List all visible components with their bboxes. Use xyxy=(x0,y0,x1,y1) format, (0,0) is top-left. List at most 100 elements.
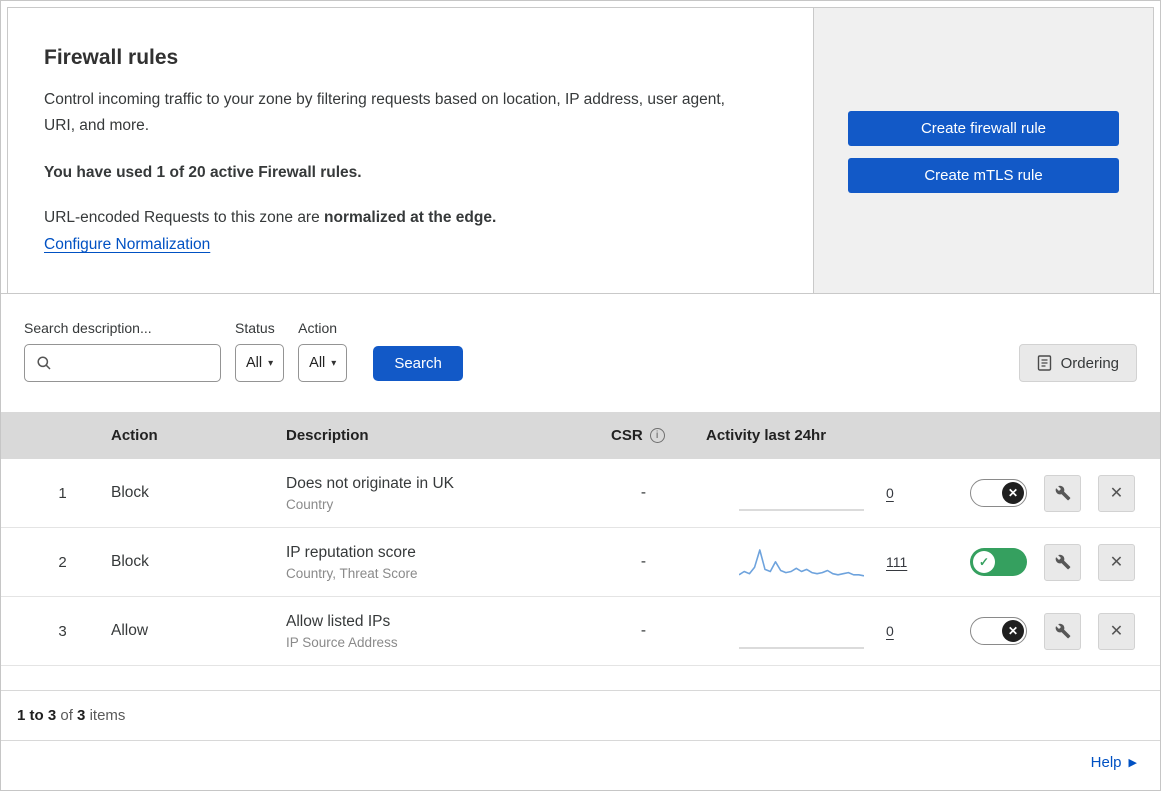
action-filter-dropdown[interactable]: All ▾ xyxy=(298,344,348,382)
ordering-button-label: Ordering xyxy=(1060,354,1119,372)
configure-normalization-link[interactable]: Configure Normalization xyxy=(44,236,210,253)
rule-activity: 111 xyxy=(691,543,946,581)
close-icon: ✕ xyxy=(1109,485,1124,502)
chevron-down-icon: ▾ xyxy=(331,357,337,369)
rule-description-text: IP reputation score xyxy=(286,543,416,561)
create-firewall-rule-button[interactable]: Create firewall rule xyxy=(848,111,1119,146)
edit-rule-button[interactable] xyxy=(1044,612,1081,650)
table-header: Action Description CSR i Activity last 2… xyxy=(1,412,1160,459)
search-filter-group: Search description... xyxy=(24,320,221,382)
rule-description-text: Does not originate in UK xyxy=(286,474,455,492)
pagination-total: 3 xyxy=(77,707,86,724)
column-header-description: Description xyxy=(286,427,369,444)
firewall-rules-page: Firewall rules Control incoming traffic … xyxy=(0,0,1161,791)
rule-priority: 1 xyxy=(58,484,67,502)
delete-rule-button[interactable]: ✕ xyxy=(1098,543,1135,581)
rule-filter-fields: IP Source Address xyxy=(286,634,398,650)
edit-rule-button[interactable] xyxy=(1044,474,1081,512)
usage-summary: You have used 1 of 20 active Firewall ru… xyxy=(44,164,362,181)
rule-csr-value: - xyxy=(640,622,647,639)
rule-filter-fields: Country, Threat Score xyxy=(286,565,418,581)
toggle-knob-icon: ✕ xyxy=(1002,482,1024,504)
normalization-text: URL-encoded Requests to this zone are xyxy=(44,209,320,226)
search-input-wrapper xyxy=(24,344,221,382)
table-row: 2 Block IP reputation score Country, Thr… xyxy=(1,528,1160,597)
search-icon xyxy=(37,356,51,370)
activity-count-link[interactable]: 0 xyxy=(886,623,894,639)
search-button[interactable]: Search xyxy=(373,346,463,381)
pagination-of: of xyxy=(60,707,73,724)
column-header-activity: Activity last 24hr xyxy=(706,427,827,444)
rule-priority: 2 xyxy=(58,553,67,571)
rule-description: Does not originate in UK Country xyxy=(271,475,596,512)
normalization-note: URL-encoded Requests to this zone are no… xyxy=(44,209,777,227)
pagination-summary: 1 to 3 of 3 items xyxy=(1,690,1160,740)
rule-filter-fields: Country xyxy=(286,496,334,512)
status-filter-value: All xyxy=(246,355,263,371)
column-header-csr: CSR i xyxy=(596,427,691,444)
rule-description: Allow listed IPs IP Source Address xyxy=(271,613,596,650)
status-filter-group: Status All ▾ xyxy=(235,320,285,382)
table-row: 3 Allow Allow listed IPs IP Source Addre… xyxy=(1,597,1160,666)
rule-controls: ✕ ✕ xyxy=(946,612,1160,650)
rule-activity: 0 xyxy=(691,474,946,512)
rule-activity: 0 xyxy=(691,612,946,650)
page-title: Firewall rules xyxy=(44,46,179,69)
firewall-rules-info-card: Firewall rules Control incoming traffic … xyxy=(8,8,814,293)
delete-rule-button[interactable]: ✕ xyxy=(1098,612,1135,650)
activity-count-link[interactable]: 111 xyxy=(886,554,907,570)
wrench-icon xyxy=(1055,554,1070,570)
delete-rule-button[interactable]: ✕ xyxy=(1098,474,1135,512)
close-icon: ✕ xyxy=(1109,623,1124,640)
csr-header-label: CSR xyxy=(611,427,643,444)
toggle-knob-icon: ✓ xyxy=(973,551,995,573)
activity-count-link[interactable]: 0 xyxy=(886,485,894,501)
column-header-action: Action xyxy=(111,427,158,444)
rule-action: Block xyxy=(111,553,149,570)
toggle-knob-icon: ✕ xyxy=(1002,620,1024,642)
table-row: 1 Block Does not originate in UK Country… xyxy=(1,459,1160,528)
help-link[interactable]: Help ▶ xyxy=(1091,754,1137,771)
activity-sparkline xyxy=(739,647,864,649)
create-mtls-rule-button[interactable]: Create mTLS rule xyxy=(848,158,1119,193)
edit-rule-button[interactable] xyxy=(1044,543,1081,581)
rule-enabled-toggle[interactable]: ✕ xyxy=(970,479,1027,507)
chevron-down-icon: ▾ xyxy=(268,357,274,369)
chevron-right-icon: ▶ xyxy=(1128,757,1137,769)
rule-enabled-toggle[interactable]: ✓ xyxy=(970,548,1027,576)
info-icon[interactable]: i xyxy=(649,428,665,443)
status-filter-dropdown[interactable]: All ▾ xyxy=(235,344,285,382)
search-label: Search description... xyxy=(24,320,152,336)
rule-controls: ✕ ✕ xyxy=(946,474,1160,512)
rule-csr-value: - xyxy=(640,553,647,570)
actions-panel: Create firewall rule Create mTLS rule xyxy=(814,8,1153,293)
ordering-button[interactable]: Ordering xyxy=(1018,344,1137,382)
ordering-icon xyxy=(1037,355,1051,371)
rule-enabled-toggle[interactable]: ✕ xyxy=(970,617,1027,645)
rule-priority: 3 xyxy=(58,622,67,640)
rule-action: Allow xyxy=(111,622,149,639)
rule-csr-value: - xyxy=(640,484,647,501)
action-filter-group: Action All ▾ xyxy=(298,320,348,382)
close-icon: ✕ xyxy=(1109,554,1124,571)
wrench-icon xyxy=(1055,623,1070,639)
rule-action: Block xyxy=(111,484,149,501)
search-input[interactable] xyxy=(59,354,212,372)
status-filter-label: Status xyxy=(235,320,275,336)
wrench-icon xyxy=(1055,485,1070,501)
rule-description: IP reputation score Country, Threat Scor… xyxy=(271,544,596,581)
help-bar: Help ▶ xyxy=(1,740,1160,772)
action-filter-value: All xyxy=(309,355,326,371)
rule-controls: ✓ ✕ xyxy=(946,543,1160,581)
page-description: Control incoming traffic to your zone by… xyxy=(44,91,725,134)
filter-bar: Search description... Status All ▾ Actio… xyxy=(1,293,1160,412)
activity-sparkline xyxy=(739,509,864,511)
pagination-range: 1 to 3 xyxy=(17,707,57,724)
normalization-bold: normalized at the edge. xyxy=(324,209,497,226)
activity-sparkline xyxy=(739,549,864,577)
help-link-label: Help xyxy=(1090,754,1122,771)
header-section: Firewall rules Control incoming traffic … xyxy=(7,7,1154,293)
pagination-items-label: items xyxy=(89,707,126,724)
rule-description-text: Allow listed IPs xyxy=(286,612,391,630)
action-filter-label: Action xyxy=(298,320,338,336)
